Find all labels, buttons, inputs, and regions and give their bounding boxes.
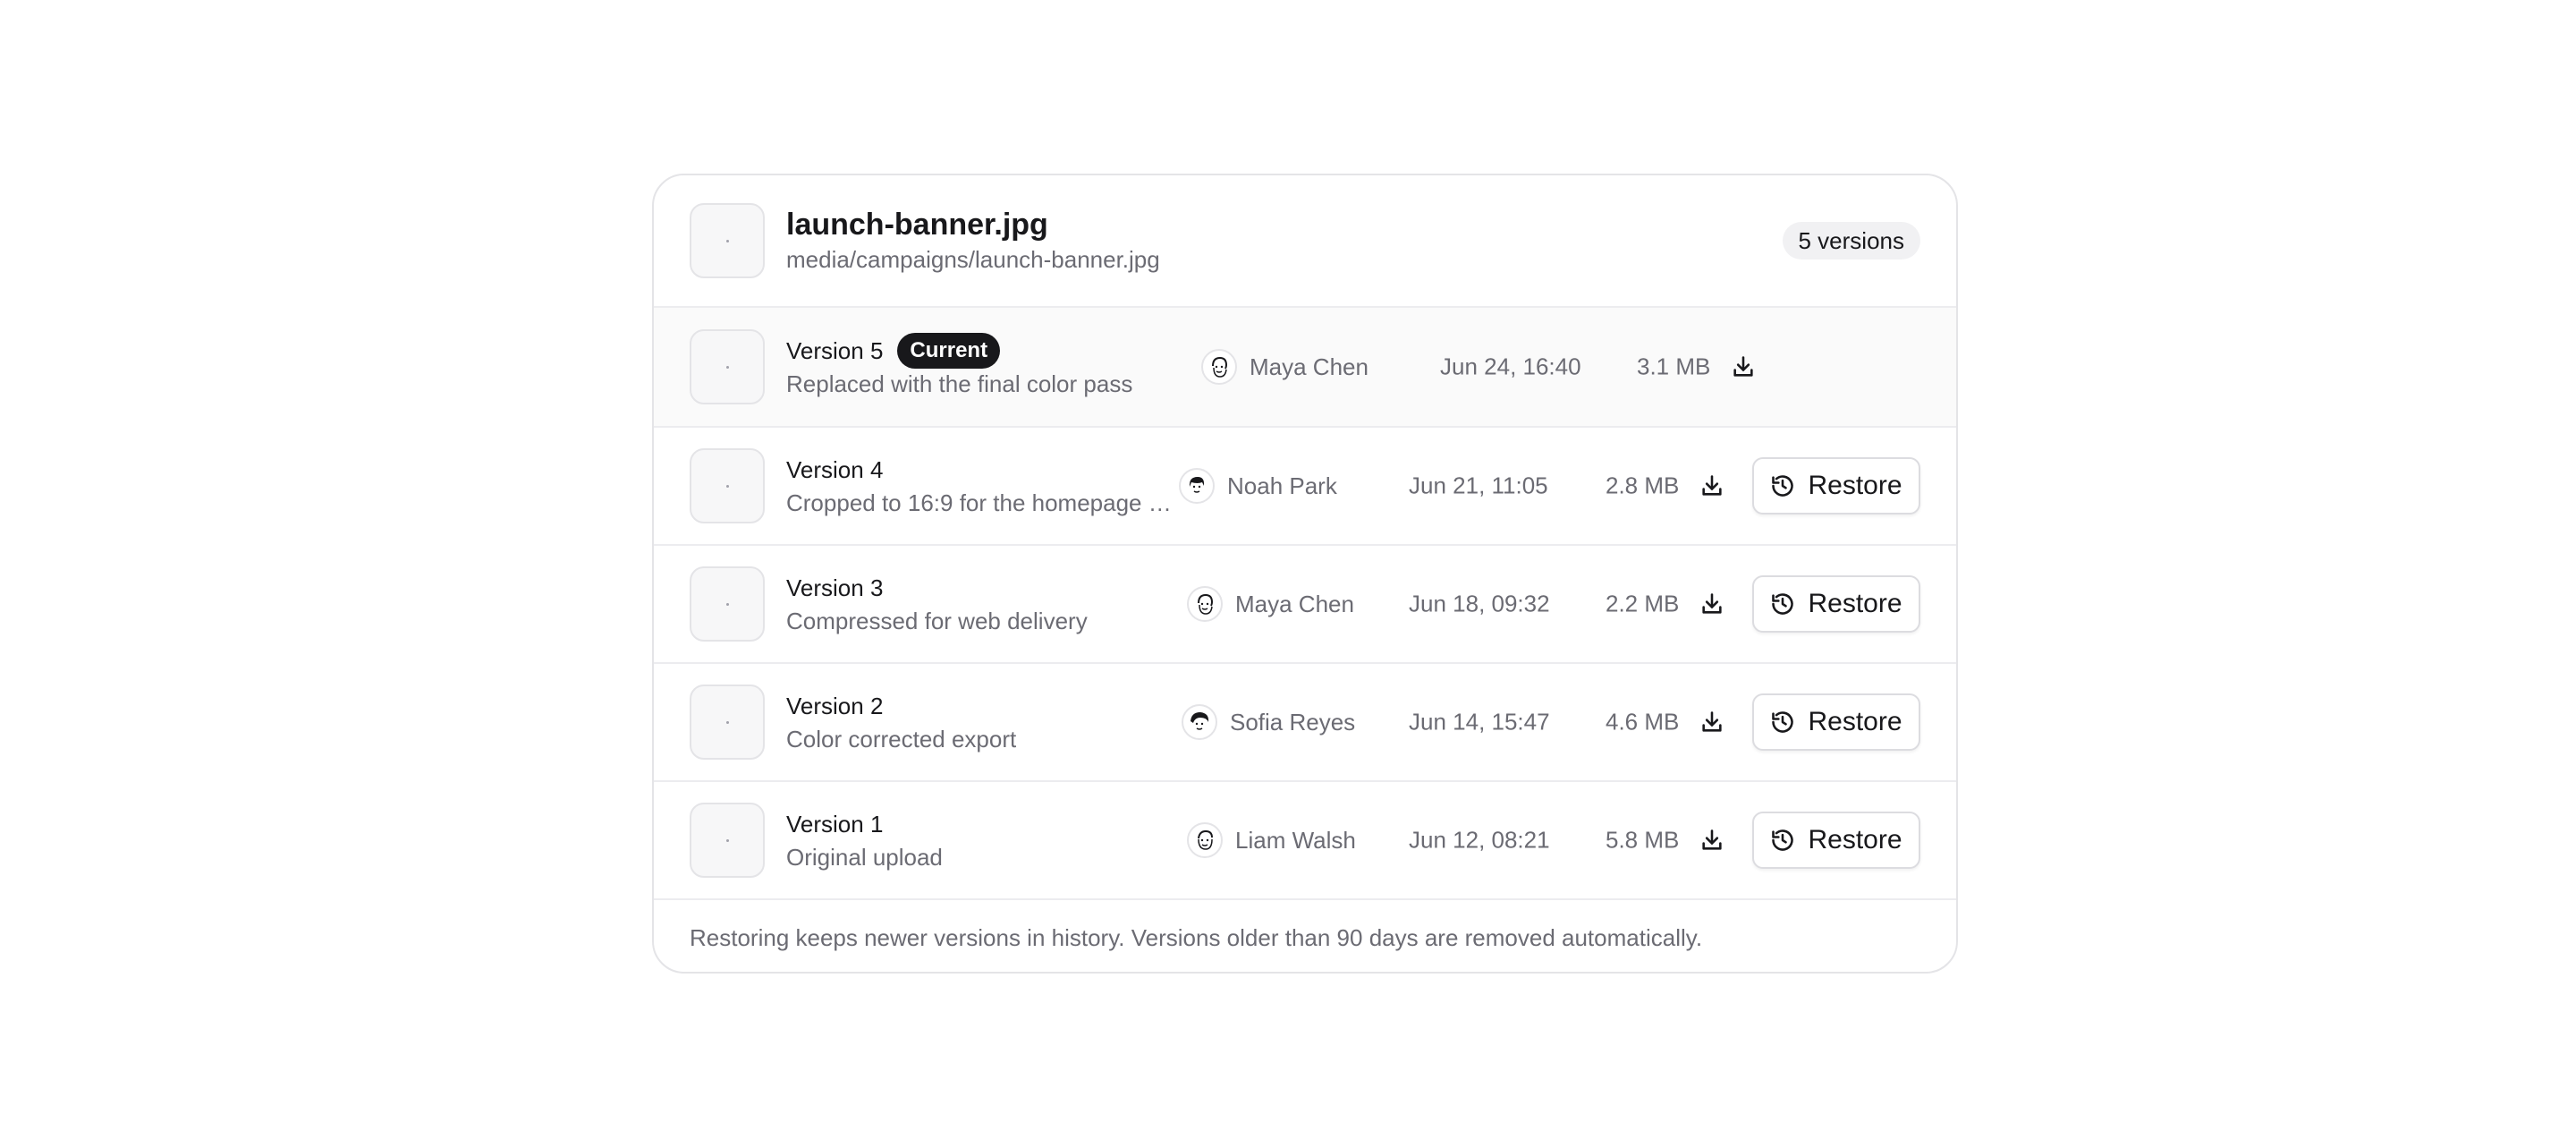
history-icon: [1772, 593, 1794, 615]
version-row: Version 1 Original upload Liam Walsh Jun…: [654, 782, 1956, 900]
version-row: Version 4 Cropped to 16:9 for the homepa…: [654, 428, 1956, 546]
download-icon: [1702, 475, 1722, 496]
version-author: Maya Chen: [1187, 586, 1354, 622]
download-button[interactable]: [1694, 704, 1730, 740]
version-description: Color corrected export: [786, 726, 1017, 753]
history-icon: [1772, 475, 1794, 497]
version-info: Version 1 Original upload: [786, 807, 943, 873]
version-size: 4.6 MB: [1606, 708, 1680, 736]
file-name: launch-banner.jpg: [786, 208, 1048, 242]
download-button[interactable]: [1725, 349, 1761, 385]
version-thumbnail: [690, 566, 765, 642]
author-name: Maya Chen: [1250, 353, 1368, 380]
restore-label: Restore: [1808, 471, 1902, 500]
version-thumbnail: [690, 803, 765, 878]
avatar: [1182, 704, 1217, 740]
avatar: [1179, 468, 1215, 504]
version-description: Compressed for web delivery: [786, 608, 1088, 634]
version-size: 2.2 MB: [1606, 590, 1680, 617]
download-icon: [1733, 356, 1753, 377]
restore-button[interactable]: Restore: [1752, 575, 1920, 633]
version-size: 3.1 MB: [1637, 353, 1711, 380]
download-button[interactable]: [1694, 822, 1730, 858]
author-name: Noah Park: [1227, 472, 1337, 499]
version-thumbnail: [690, 685, 765, 760]
version-description: Cropped to 16:9 for the homepage h...: [786, 489, 1178, 516]
version-row: Version 3 Compressed for web delivery Ma…: [654, 546, 1956, 664]
author-name: Liam Walsh: [1235, 826, 1356, 854]
version-size: 2.8 MB: [1606, 472, 1680, 499]
version-info: Version 3 Compressed for web delivery: [786, 571, 1088, 637]
version-date: Jun 18, 09:32: [1409, 590, 1550, 617]
version-title: Version 5: [786, 337, 884, 364]
history-icon: [1772, 711, 1794, 733]
restore-label: Restore: [1808, 589, 1902, 618]
version-date: Jun 24, 16:40: [1440, 353, 1581, 380]
file-info: launch-banner.jpg media/campaigns/launch…: [786, 206, 1160, 276]
restore-button[interactable]: Restore: [1752, 693, 1920, 751]
avatar: [1187, 586, 1223, 622]
version-date: Jun 21, 11:05: [1409, 472, 1548, 499]
version-author: Sofia Reyes: [1182, 704, 1355, 740]
version-row: Version 2 Color corrected export Sofia R…: [654, 664, 1956, 782]
version-author: Noah Park: [1179, 468, 1337, 504]
version-description: Replaced with the final color pass: [786, 370, 1133, 397]
file-header: launch-banner.jpg media/campaigns/launch…: [654, 175, 1956, 308]
file-path: media/campaigns/launch-banner.jpg: [786, 246, 1160, 273]
restore-button[interactable]: Restore: [1752, 457, 1920, 514]
version-author: Maya Chen: [1201, 349, 1368, 385]
version-history-card: launch-banner.jpg media/campaigns/launch…: [652, 174, 1958, 974]
version-info: Version 4 Cropped to 16:9 for the homepa…: [786, 453, 1178, 519]
restore-label: Restore: [1808, 825, 1902, 855]
version-date: Jun 12, 08:21: [1409, 826, 1550, 854]
download-button[interactable]: [1694, 468, 1730, 504]
footer-note: Restoring keeps newer versions in histor…: [690, 923, 1703, 951]
version-row: Version 5 Current Replaced with the fina…: [654, 308, 1956, 428]
version-size: 5.8 MB: [1606, 826, 1680, 854]
version-title: Version 3: [786, 574, 884, 601]
version-info: Version 2 Color corrected export: [786, 689, 1016, 755]
history-icon: [1772, 829, 1794, 851]
file-thumbnail: [690, 203, 765, 278]
version-author: Liam Walsh: [1187, 822, 1356, 858]
version-description: Original upload: [786, 844, 943, 871]
version-date: Jun 14, 15:47: [1409, 708, 1550, 736]
version-thumbnail: [690, 448, 765, 523]
download-icon: [1702, 593, 1722, 614]
version-title: Version 1: [786, 811, 884, 838]
version-count-badge: 5 versions: [1782, 222, 1920, 259]
version-thumbnail: [690, 329, 765, 404]
author-name: Maya Chen: [1235, 590, 1354, 617]
download-button[interactable]: [1694, 586, 1730, 622]
version-info: Version 5 Current Replaced with the fina…: [786, 333, 1133, 400]
version-title: Version 4: [786, 456, 884, 483]
avatar: [1187, 822, 1223, 858]
avatar: [1201, 349, 1237, 385]
current-badge: Current: [897, 333, 1001, 369]
restore-button[interactable]: Restore: [1752, 812, 1920, 869]
author-name: Sofia Reyes: [1230, 708, 1356, 736]
version-title: Version 2: [786, 693, 884, 719]
download-icon: [1702, 711, 1722, 732]
restore-label: Restore: [1808, 707, 1902, 736]
download-icon: [1702, 829, 1722, 850]
